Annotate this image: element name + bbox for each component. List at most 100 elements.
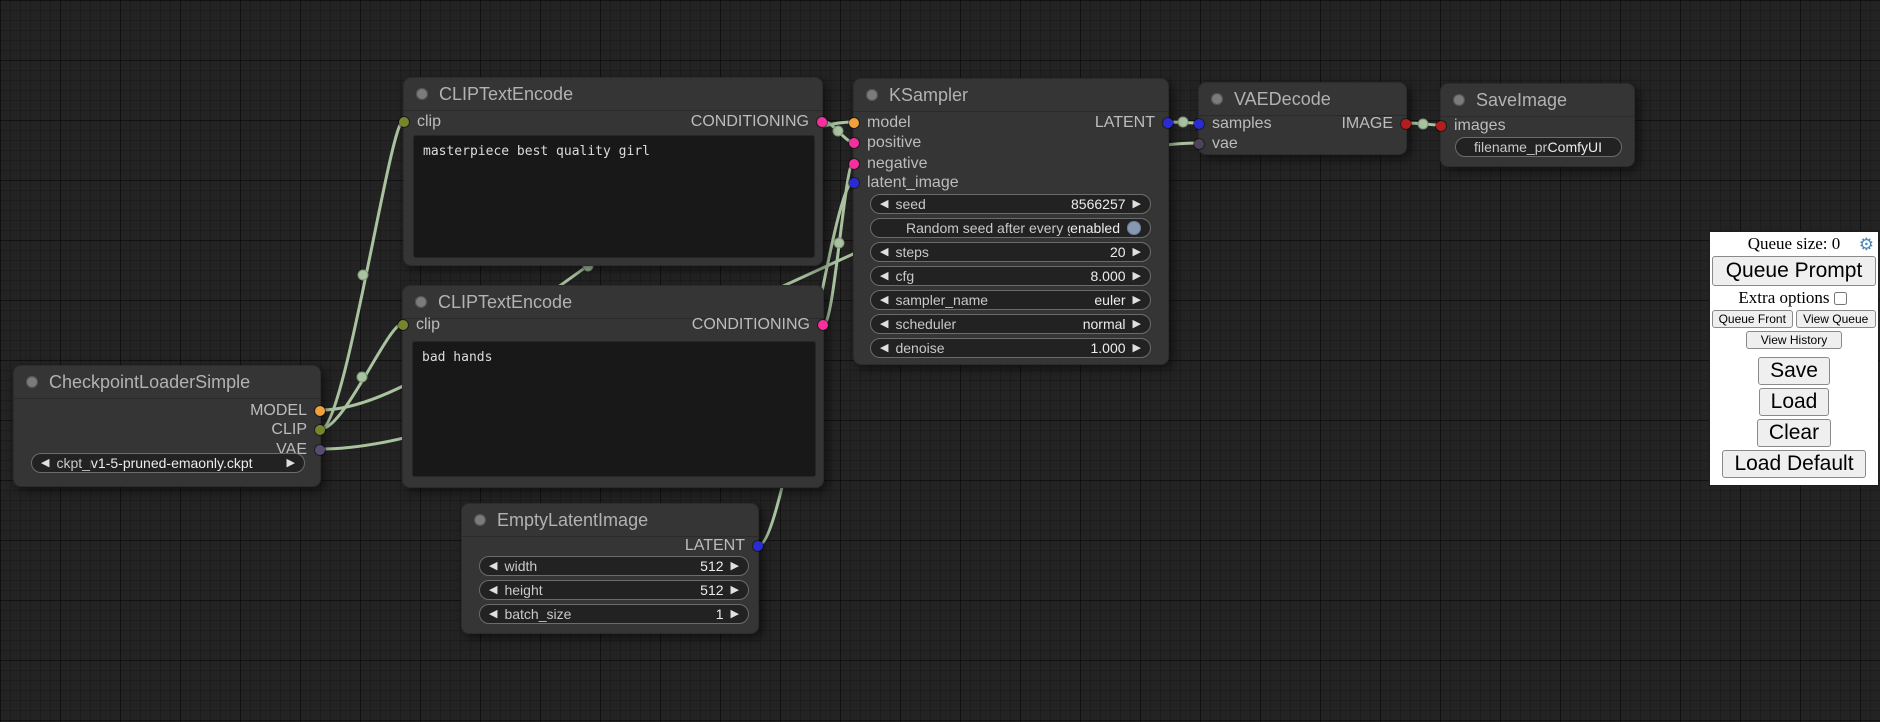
- collapse-dot-icon[interactable]: [26, 376, 38, 388]
- sampler-name-widget[interactable]: ◀ sampler_name euler ▶: [870, 290, 1151, 310]
- node-title-bar[interactable]: VAEDecode: [1199, 83, 1406, 116]
- scheduler-widget[interactable]: ◀ scheduler normal ▶: [870, 314, 1151, 334]
- increment-arrow-icon[interactable]: ▶: [731, 585, 739, 596]
- node-title-bar[interactable]: EmptyLatentImage: [462, 504, 758, 537]
- filename-prefix-widget[interactable]: filename_prefix ComfyUI: [1455, 137, 1622, 157]
- decrement-arrow-icon[interactable]: ◀: [880, 247, 888, 258]
- latent-slot-dot[interactable]: [753, 541, 763, 551]
- widget-label: steps: [895, 244, 928, 260]
- increment-arrow-icon[interactable]: ▶: [1133, 271, 1141, 282]
- view-history-button[interactable]: View History: [1746, 331, 1842, 349]
- increment-arrow-icon[interactable]: ▶: [287, 458, 295, 469]
- view-queue-button[interactable]: View Queue: [1796, 310, 1877, 328]
- widget-label: filename_prefix: [1474, 139, 1548, 155]
- load-button[interactable]: Load: [1759, 388, 1830, 416]
- steps-widget[interactable]: ◀ steps 20 ▶: [870, 242, 1151, 262]
- clip-slot-dot[interactable]: [315, 425, 325, 435]
- toggle-on-icon[interactable]: [1127, 221, 1141, 235]
- queue-prompt-button[interactable]: Queue Prompt: [1712, 256, 1876, 286]
- decrement-arrow-icon[interactable]: ◀: [880, 199, 888, 210]
- collapse-dot-icon[interactable]: [866, 89, 878, 101]
- width-widget[interactable]: ◀ width 512 ▶: [479, 556, 749, 576]
- decrement-arrow-icon[interactable]: ◀: [489, 561, 497, 572]
- model-slot-dot[interactable]: [849, 118, 859, 128]
- node-title-bar[interactable]: SaveImage: [1441, 84, 1634, 117]
- decrement-arrow-icon[interactable]: ◀: [880, 319, 888, 330]
- graph-canvas[interactable]: { "colors": { "canvas_bg": "#232323", "n…: [0, 0, 1880, 722]
- gear-icon[interactable]: ⚙︎: [1859, 234, 1874, 256]
- slot-label: LATENT: [1095, 114, 1155, 132]
- clip-slot-dot[interactable]: [399, 117, 409, 127]
- node-ksampler[interactable]: KSampler model positive negative latent_…: [853, 78, 1169, 365]
- extra-options-checkbox[interactable]: [1834, 292, 1847, 305]
- widget-label: ckpt_name: [56, 455, 90, 471]
- slot-label: positive: [867, 134, 921, 152]
- conditioning-slot-dot[interactable]: [817, 117, 827, 127]
- node-save-image[interactable]: SaveImage images filename_prefix ComfyUI: [1440, 83, 1635, 167]
- collapse-dot-icon[interactable]: [415, 296, 427, 308]
- widget-label: scheduler: [895, 316, 956, 332]
- increment-arrow-icon[interactable]: ▶: [731, 561, 739, 572]
- decrement-arrow-icon[interactable]: ◀: [880, 295, 888, 306]
- image-slot-dot[interactable]: [1436, 121, 1446, 131]
- clear-button[interactable]: Clear: [1757, 419, 1831, 447]
- increment-arrow-icon[interactable]: ▶: [731, 609, 739, 620]
- image-slot-dot[interactable]: [1401, 119, 1411, 129]
- seed-widget[interactable]: ◀ seed 8566257 ▶: [870, 194, 1151, 214]
- widget-value: 512: [700, 558, 723, 574]
- node-title-bar[interactable]: KSampler: [854, 79, 1168, 112]
- node-checkpoint-loader-simple[interactable]: CheckpointLoaderSimple MODEL CLIP VAE ◀ …: [13, 365, 321, 487]
- node-title-bar[interactable]: CLIPTextEncode: [404, 78, 822, 111]
- height-widget[interactable]: ◀ height 512 ▶: [479, 580, 749, 600]
- decrement-arrow-icon[interactable]: ◀: [880, 343, 888, 354]
- ckpt-name-widget[interactable]: ◀ ckpt_name v1-5-pruned-emaonly.ckpt ▶: [31, 453, 305, 473]
- widget-value: 512: [700, 582, 723, 598]
- decrement-arrow-icon[interactable]: ◀: [41, 458, 49, 469]
- queue-front-button[interactable]: Queue Front: [1712, 310, 1793, 328]
- widget-label: sampler_name: [895, 292, 988, 308]
- decrement-arrow-icon[interactable]: ◀: [880, 271, 888, 282]
- node-clip-text-encode-negative[interactable]: CLIPTextEncode clip CONDITIONING bad han…: [402, 285, 824, 488]
- input-slot-clip: clip: [398, 315, 440, 335]
- latent-slot-dot[interactable]: [849, 178, 859, 188]
- collapse-dot-icon[interactable]: [416, 88, 428, 100]
- input-slot-negative: negative: [849, 154, 928, 174]
- collapse-dot-icon[interactable]: [1453, 94, 1465, 106]
- latent-slot-dot[interactable]: [1194, 119, 1204, 129]
- save-button[interactable]: Save: [1758, 357, 1830, 385]
- conditioning-slot-dot[interactable]: [849, 159, 859, 169]
- model-slot-dot[interactable]: [315, 406, 325, 416]
- vae-slot-dot[interactable]: [315, 445, 325, 455]
- batch-size-widget[interactable]: ◀ batch_size 1 ▶: [479, 604, 749, 624]
- decrement-arrow-icon[interactable]: ◀: [489, 585, 497, 596]
- increment-arrow-icon[interactable]: ▶: [1133, 247, 1141, 258]
- slot-label: clip: [417, 113, 441, 131]
- node-title-bar[interactable]: CheckpointLoaderSimple: [14, 366, 320, 399]
- negative-prompt-textarea[interactable]: bad hands: [412, 341, 816, 477]
- load-default-button[interactable]: Load Default: [1722, 450, 1865, 478]
- input-slot-samples: samples: [1194, 114, 1272, 134]
- conditioning-slot-dot[interactable]: [818, 320, 828, 330]
- slot-label: vae: [1212, 135, 1238, 153]
- denoise-widget[interactable]: ◀ denoise 1.000 ▶: [870, 338, 1151, 358]
- collapse-dot-icon[interactable]: [1211, 93, 1223, 105]
- random-seed-toggle-widget[interactable]: Random seed after every gen enabled: [870, 218, 1151, 238]
- clip-slot-dot[interactable]: [398, 320, 408, 330]
- increment-arrow-icon[interactable]: ▶: [1133, 343, 1141, 354]
- decrement-arrow-icon[interactable]: ◀: [489, 609, 497, 620]
- node-vae-decode[interactable]: VAEDecode samples vae IMAGE: [1198, 82, 1407, 155]
- slot-label: CONDITIONING: [691, 113, 809, 131]
- slot-label: samples: [1212, 115, 1272, 133]
- increment-arrow-icon[interactable]: ▶: [1133, 295, 1141, 306]
- latent-slot-dot[interactable]: [1163, 118, 1173, 128]
- increment-arrow-icon[interactable]: ▶: [1133, 199, 1141, 210]
- conditioning-slot-dot[interactable]: [849, 138, 859, 148]
- positive-prompt-textarea[interactable]: masterpiece best quality girl: [413, 135, 815, 258]
- collapse-dot-icon[interactable]: [474, 514, 486, 526]
- cfg-widget[interactable]: ◀ cfg 8.000 ▶: [870, 266, 1151, 286]
- vae-slot-dot[interactable]: [1194, 139, 1204, 149]
- link-midpoint-dot: [357, 372, 367, 382]
- increment-arrow-icon[interactable]: ▶: [1133, 319, 1141, 330]
- node-clip-text-encode-positive[interactable]: CLIPTextEncode clip CONDITIONING masterp…: [403, 77, 823, 266]
- node-empty-latent-image[interactable]: EmptyLatentImage LATENT ◀ width 512 ▶ ◀ …: [461, 503, 759, 634]
